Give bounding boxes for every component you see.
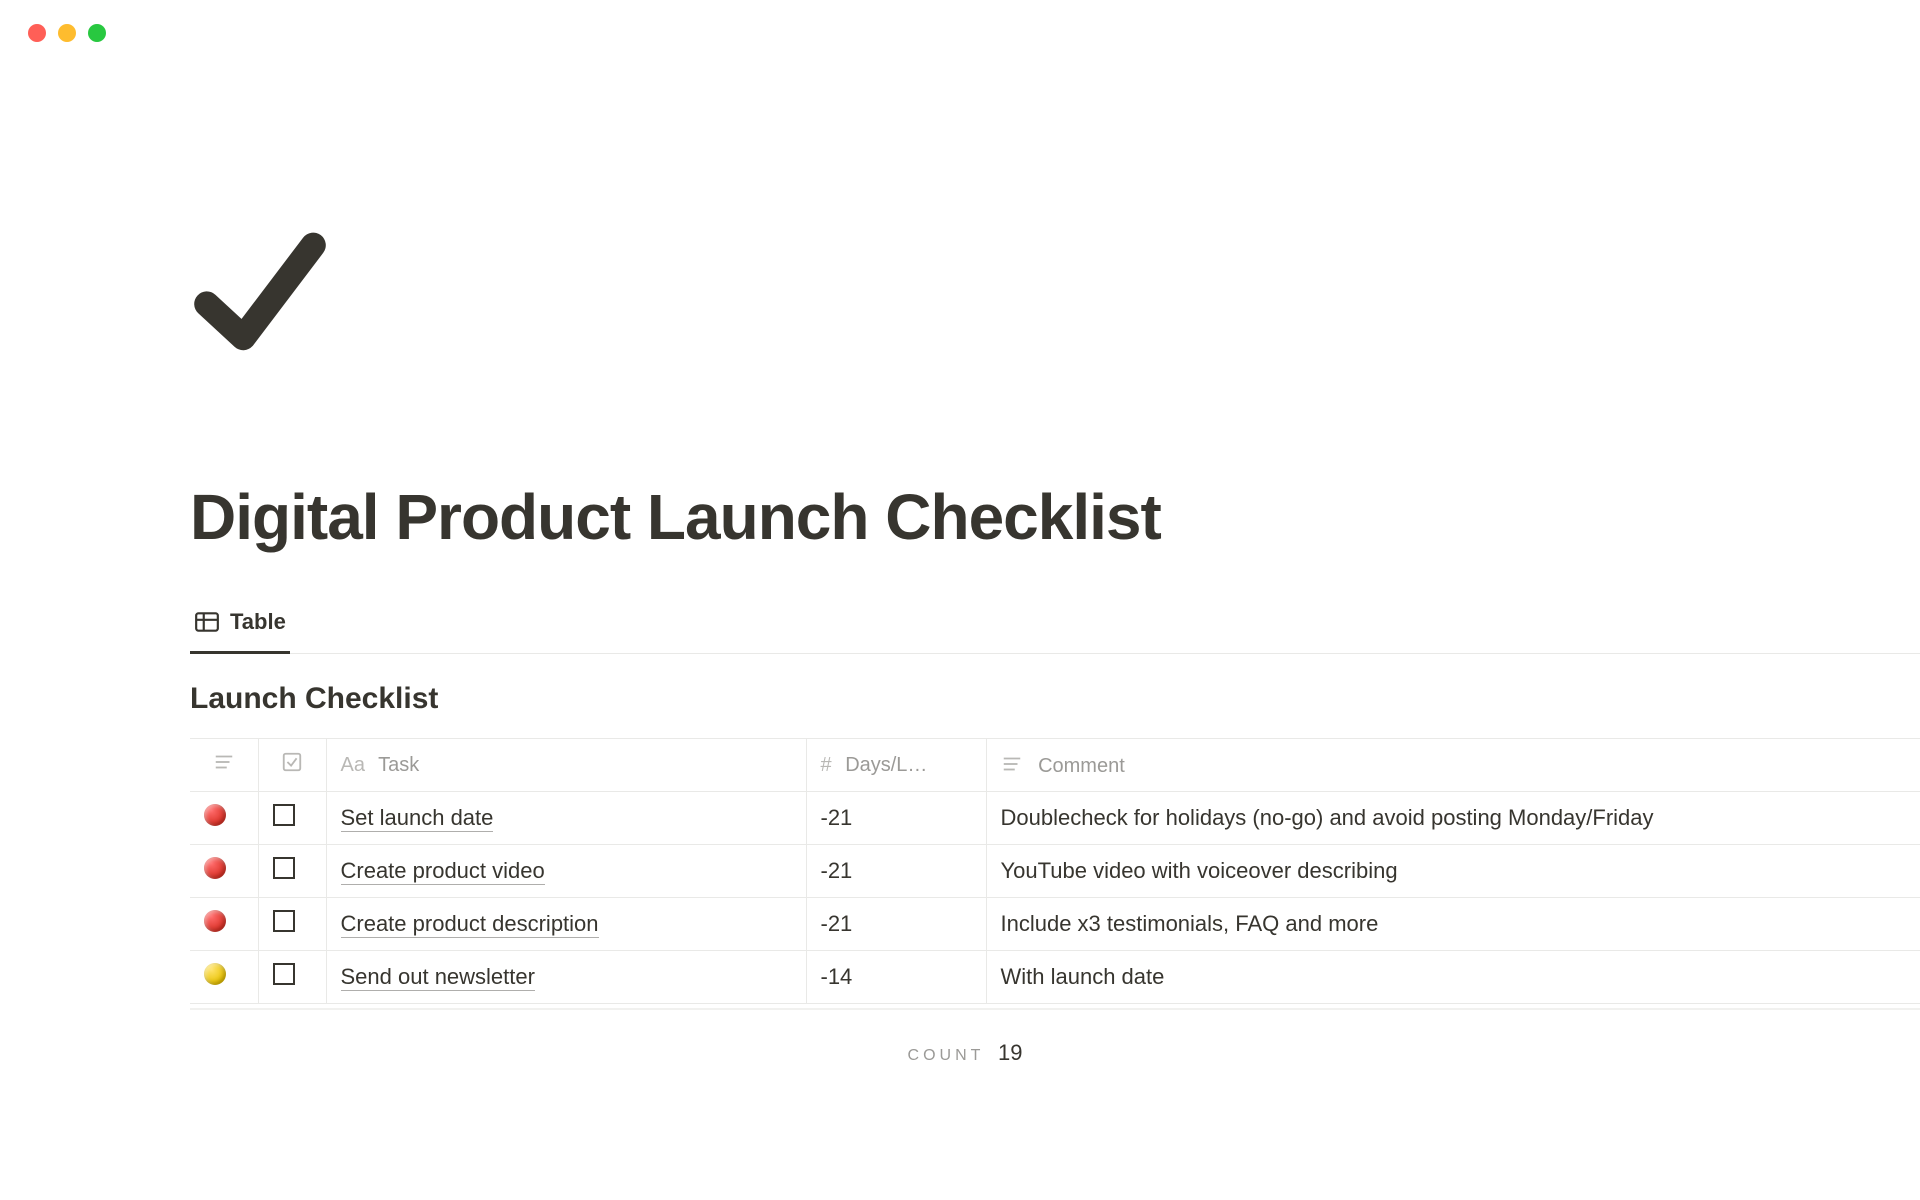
count-value: 19 bbox=[998, 1040, 1022, 1065]
cell-task[interactable]: Set launch date bbox=[326, 792, 806, 845]
cell-comment[interactable]: Include x3 testimonials, FAQ and more bbox=[986, 898, 1920, 951]
task-checkbox[interactable] bbox=[273, 857, 295, 879]
cell-task[interactable]: Create product description bbox=[326, 898, 806, 951]
checkbox-icon bbox=[281, 751, 303, 773]
page-content: Digital Product Launch Checklist Table L… bbox=[190, 220, 1920, 1066]
minimize-window-button[interactable] bbox=[58, 24, 76, 42]
view-tab-table[interactable]: Table bbox=[190, 609, 290, 654]
database-title[interactable]: Launch Checklist bbox=[190, 682, 1920, 716]
page-title[interactable]: Digital Product Launch Checklist bbox=[190, 480, 1920, 554]
cell-comment[interactable]: With launch date bbox=[986, 951, 1920, 1004]
cell-checkbox[interactable] bbox=[258, 898, 326, 951]
view-tab-label: Table bbox=[230, 609, 286, 635]
table-bottom-divider bbox=[190, 1008, 1920, 1010]
status-dot-red bbox=[204, 857, 226, 879]
cell-days[interactable]: -21 bbox=[806, 898, 986, 951]
column-header-days[interactable]: # Days/L… bbox=[806, 739, 986, 792]
close-window-button[interactable] bbox=[28, 24, 46, 42]
table-header-row: Aa Task # Days/L… Comment bbox=[190, 739, 1920, 792]
task-checkbox[interactable] bbox=[273, 910, 295, 932]
number-type-icon: # bbox=[821, 754, 832, 776]
column-header-comment-label: Comment bbox=[1038, 755, 1125, 777]
lines-icon bbox=[213, 751, 235, 773]
page-icon-checkmark[interactable] bbox=[190, 220, 330, 360]
task-checkbox[interactable] bbox=[273, 804, 295, 826]
cell-comment[interactable]: Doublecheck for holidays (no-go) and avo… bbox=[986, 792, 1920, 845]
cell-days[interactable]: -21 bbox=[806, 792, 986, 845]
cell-task[interactable]: Create product video bbox=[326, 845, 806, 898]
column-header-comment[interactable]: Comment bbox=[986, 739, 1920, 792]
cell-days[interactable]: -21 bbox=[806, 845, 986, 898]
cell-status[interactable] bbox=[190, 898, 258, 951]
column-header-task[interactable]: Aa Task bbox=[326, 739, 806, 792]
cell-checkbox[interactable] bbox=[258, 845, 326, 898]
task-title[interactable]: Create product video bbox=[341, 858, 545, 885]
table-row[interactable]: Set launch date -21Doublecheck for holida… bbox=[190, 792, 1920, 845]
maximize-window-button[interactable] bbox=[88, 24, 106, 42]
task-title[interactable]: Send out newsletter bbox=[341, 964, 535, 991]
task-title[interactable]: Create product description bbox=[341, 911, 599, 938]
table-row[interactable]: Create product description -21Include x3 … bbox=[190, 898, 1920, 951]
checkmark-icon bbox=[190, 220, 330, 360]
cell-status[interactable] bbox=[190, 792, 258, 845]
cell-status[interactable] bbox=[190, 951, 258, 1004]
checklist-table: Aa Task # Days/L… Comment Set launch d bbox=[190, 738, 1920, 1004]
lines-icon bbox=[1001, 753, 1023, 775]
cell-comment[interactable]: YouTube video with voiceover describing bbox=[986, 845, 1920, 898]
column-header-task-label: Task bbox=[378, 754, 419, 776]
column-header-status[interactable] bbox=[190, 739, 258, 792]
table-icon bbox=[194, 609, 220, 635]
row-count-footer: COUNT 19 bbox=[190, 1040, 1740, 1066]
cell-status[interactable] bbox=[190, 845, 258, 898]
table-row[interactable]: Create product video -21YouTube video wit… bbox=[190, 845, 1920, 898]
count-label: COUNT bbox=[908, 1047, 985, 1064]
status-dot-red bbox=[204, 910, 226, 932]
task-checkbox[interactable] bbox=[273, 963, 295, 985]
cell-task[interactable]: Send out newsletter bbox=[326, 951, 806, 1004]
status-dot-yellow bbox=[204, 963, 226, 985]
window-traffic-lights bbox=[28, 24, 106, 42]
task-title[interactable]: Set launch date bbox=[341, 805, 494, 832]
view-tabs: Table bbox=[190, 609, 1920, 654]
column-header-checkbox[interactable] bbox=[258, 739, 326, 792]
column-header-days-label: Days/L… bbox=[845, 754, 927, 776]
cell-checkbox[interactable] bbox=[258, 792, 326, 845]
cell-days[interactable]: -14 bbox=[806, 951, 986, 1004]
table-row[interactable]: Send out newsletter -14With launch date bbox=[190, 951, 1920, 1004]
text-type-icon: Aa bbox=[341, 754, 365, 776]
status-dot-red bbox=[204, 804, 226, 826]
cell-checkbox[interactable] bbox=[258, 951, 326, 1004]
